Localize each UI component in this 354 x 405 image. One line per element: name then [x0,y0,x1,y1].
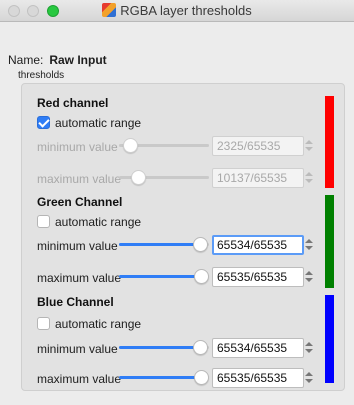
blue-color-swatch [325,295,334,383]
green-maximum-slider[interactable] [119,268,209,284]
red-color-swatch [325,96,334,188]
blue-minimum-slider-knob[interactable] [193,340,208,355]
green-maximum-slider-knob[interactable] [194,269,209,284]
blue-maximum-slider-knob[interactable] [194,370,209,385]
blue-channel-title: Blue Channel [37,295,114,309]
red-channel-title: Red channel [37,96,109,110]
stepper-down-icon [305,179,313,183]
window-titlebar: RGBA layer thresholds [0,0,354,22]
red-minimum-slider-knob[interactable] [123,138,138,153]
stepper-up-icon [305,342,313,346]
green-minimum-stepper[interactable] [304,236,314,254]
green-color-swatch [325,195,334,288]
green-minimum-slider-fill [119,243,199,246]
green-minimum-slider[interactable] [119,236,209,252]
blue-automatic-range-label: automatic range [55,317,142,331]
green-maximum-stepper[interactable] [304,268,314,286]
red-maximum-stepper[interactable] [304,169,314,187]
green-channel-title: Green Channel [37,195,123,209]
green-minimum-label: minimum value [37,239,118,253]
window-title-area: RGBA layer thresholds [0,3,354,18]
stepper-down-icon [305,246,313,250]
red-maximum-label: maximum value [37,172,122,186]
stepper-up-icon [305,140,313,144]
green-automatic-range-checkbox[interactable] [37,215,50,228]
window-title: RGBA layer thresholds [120,3,252,18]
blue-automatic-range-checkbox[interactable] [37,317,50,330]
blue-maximum-slider[interactable] [119,369,209,385]
red-maximum-field[interactable]: 10137/65535 [212,168,304,188]
name-row: Name: Raw Input [8,53,107,67]
stepper-down-icon [305,349,313,353]
stepper-up-icon [305,172,313,176]
red-minimum-field[interactable]: 2325/65535 [212,136,304,156]
stepper-down-icon [305,147,313,151]
green-minimum-slider-knob[interactable] [193,237,208,252]
red-automatic-range-label: automatic range [55,116,142,130]
stepper-down-icon [305,278,313,282]
stepper-up-icon [305,372,313,376]
red-minimum-label: minimum value [37,140,118,154]
blue-maximum-stepper[interactable] [304,369,314,387]
stepper-up-icon [305,239,313,243]
thresholds-group-label: thresholds [18,70,65,81]
red-maximum-slider[interactable] [119,169,209,185]
blue-maximum-slider-fill [119,376,201,379]
blue-minimum-stepper[interactable] [304,339,314,357]
green-automatic-range-label: automatic range [55,215,142,229]
app-icon [102,3,117,17]
red-minimum-stepper[interactable] [304,137,314,155]
blue-minimum-label: minimum value [37,342,118,356]
green-maximum-label: maximum value [37,271,122,285]
red-maximum-slider-knob[interactable] [131,170,146,185]
red-automatic-range-checkbox[interactable] [37,116,50,129]
blue-minimum-slider-fill [119,346,199,349]
green-maximum-field[interactable]: 65535/65535 [212,267,304,287]
stepper-down-icon [305,379,313,383]
blue-minimum-field[interactable]: 65534/65535 [212,338,304,358]
name-label: Name: [8,53,44,67]
name-value: Raw Input [49,53,107,67]
blue-maximum-field[interactable]: 65535/65535 [212,368,304,388]
stepper-up-icon [305,271,313,275]
green-maximum-slider-fill [119,275,201,278]
green-minimum-field[interactable]: 65534/65535 [212,235,304,255]
red-minimum-slider[interactable] [119,137,209,153]
blue-minimum-slider[interactable] [119,339,209,355]
blue-maximum-label: maximum value [37,372,122,386]
